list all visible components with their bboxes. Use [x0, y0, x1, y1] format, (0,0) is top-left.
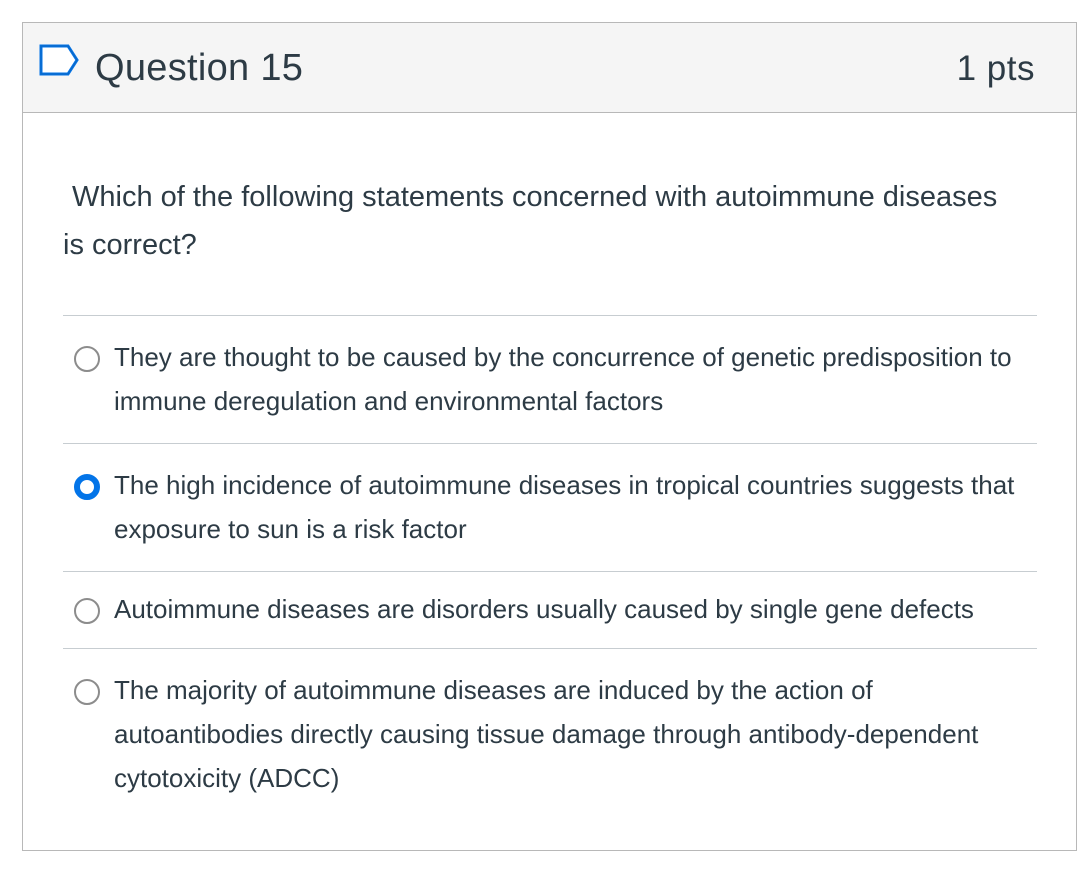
- answer-option-1[interactable]: They are thought to be caused by the con…: [63, 316, 1037, 443]
- question-header: Question 15 1 pts: [23, 23, 1076, 113]
- answer-option-3[interactable]: Autoimmune diseases are disorders usuall…: [63, 572, 1037, 648]
- answer-option-2[interactable]: The high incidence of autoimmune disease…: [63, 444, 1037, 571]
- question-card: Question 15 1 pts Which of the following…: [22, 22, 1077, 851]
- answer-label: Autoimmune diseases are disorders usuall…: [114, 594, 974, 624]
- radio-button-selected[interactable]: [74, 474, 100, 500]
- question-title: Question 15: [95, 47, 304, 89]
- flag-outline-icon[interactable]: [38, 43, 80, 77]
- answer-option-4[interactable]: The majority of autoimmune diseases are …: [63, 649, 1037, 820]
- answer-label: They are thought to be caused by the con…: [114, 342, 1012, 416]
- answer-list: They are thought to be caused by the con…: [63, 315, 1037, 820]
- radio-button[interactable]: [74, 346, 100, 372]
- question-text: Which of the following statements concer…: [63, 181, 998, 261]
- answer-label: The high incidence of autoimmune disease…: [114, 470, 1015, 544]
- radio-button[interactable]: [74, 598, 100, 624]
- radio-button[interactable]: [74, 679, 100, 705]
- question-points: 1 pts: [956, 49, 1035, 88]
- answer-label: The majority of autoimmune diseases are …: [114, 675, 979, 793]
